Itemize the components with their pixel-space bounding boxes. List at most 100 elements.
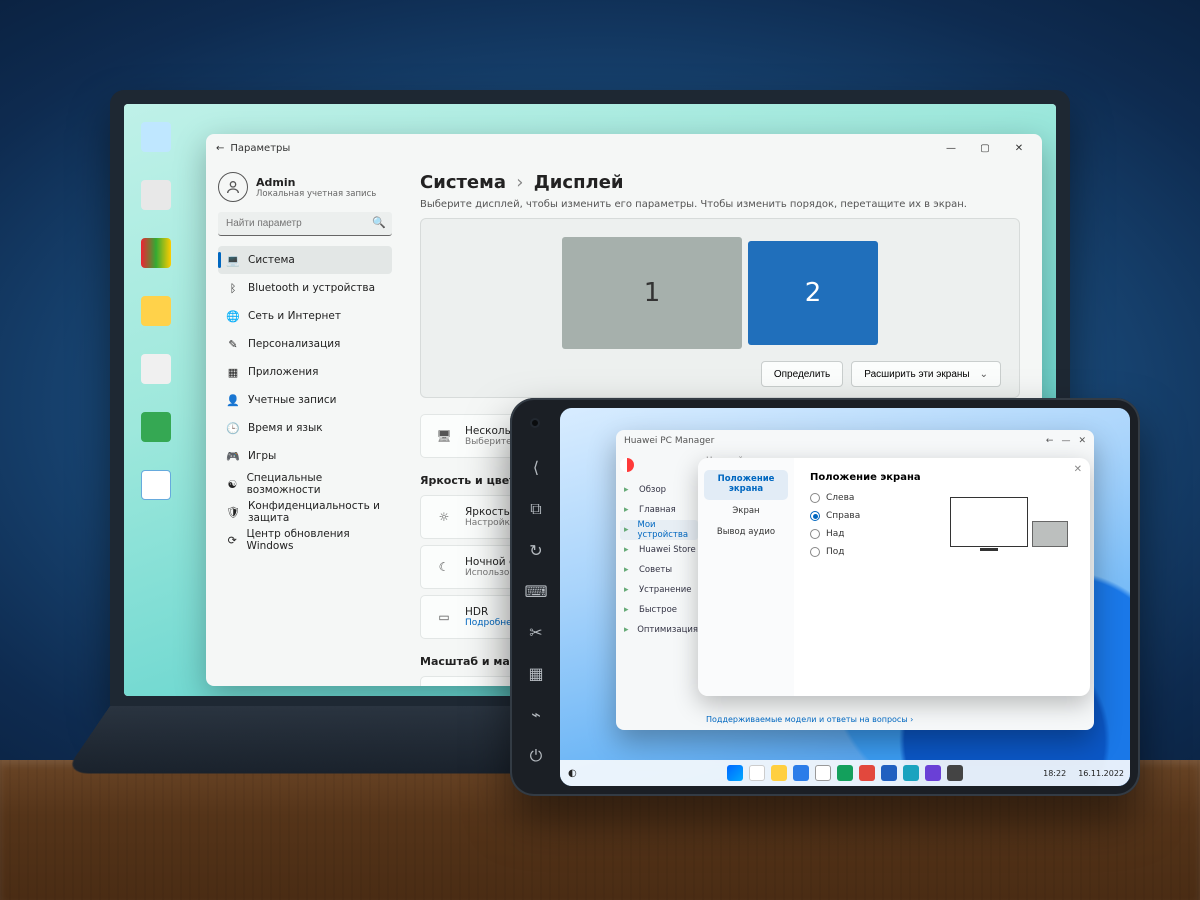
dialog-tab-1[interactable]: Экран [704, 502, 788, 522]
desktop-icon-app5[interactable] [130, 402, 182, 454]
position-option-0[interactable]: Слева [810, 493, 860, 503]
desktop-icon-app2[interactable] [130, 228, 182, 280]
option-label: Слева [826, 493, 854, 503]
pcm-brand [620, 458, 698, 472]
monitor-2[interactable]: 2 [748, 241, 878, 345]
extend-dropdown[interactable]: Расширить эти экраны [851, 361, 1001, 387]
sidebar-item-5[interactable]: 👤 Учетные записи [218, 386, 392, 414]
tray-time: 18:22 [1043, 769, 1066, 778]
sidebar-item-10[interactable]: ⟳ Центр обновления Windows [218, 526, 392, 554]
tablet-screen: Huawei PC Manager ← — ✕ ▸ Обзор▸ Главная… [560, 408, 1130, 786]
dock-scan-icon[interactable]: ⌁ [531, 705, 541, 724]
dock-split-icon[interactable]: ⧉ [530, 499, 541, 519]
pcm-nav-item-7[interactable]: ▸ Оптимизация [620, 620, 698, 640]
dialog-tabs: Положение экранаЭкранВывод аудио [698, 458, 794, 696]
window-maximize[interactable]: ▢ [968, 134, 1002, 162]
taskbar-app6-icon[interactable] [925, 765, 941, 781]
pcm-nav-label: Оптимизация [637, 625, 698, 635]
pcm-help-link[interactable]: Поддерживаемые модели и ответы на вопрос… [706, 715, 913, 724]
sidebar-item-icon: 💻 [226, 253, 240, 267]
pcm-nav-item-6[interactable]: ▸ Быстрое [620, 600, 698, 620]
dock-rotate-icon[interactable]: ↻ [529, 541, 542, 560]
pcm-nav-item-0[interactable]: ▸ Обзор [620, 480, 698, 500]
taskbar-app-icon[interactable] [815, 765, 831, 781]
pcm-nav-item-5[interactable]: ▸ Устранение [620, 580, 698, 600]
tray-date: 16.11.2022 [1078, 769, 1124, 778]
option-label: Под [826, 547, 845, 557]
pcm-nav-icon: ▸ [624, 525, 632, 535]
taskbar-app4-icon[interactable] [881, 765, 897, 781]
sidebar-item-icon: 🛡 [226, 505, 240, 519]
sidebar-item-3[interactable]: ✎ Персонализация [218, 330, 392, 358]
dock-screenshot-icon[interactable]: ✂ [529, 623, 542, 642]
sidebar-item-2[interactable]: 🌐 Сеть и Интернет [218, 302, 392, 330]
settings-search[interactable]: 🔍 [218, 212, 392, 236]
window-close[interactable]: ✕ [1002, 134, 1036, 162]
pcm-nav-item-2[interactable]: ▸ Мои устройства [620, 520, 698, 540]
tablet-side-dock: ⟨ ⧉ ↻ ⌨ ✂ ▦ ⌁ ⏻ [518, 452, 554, 778]
taskbar-app2-icon[interactable] [837, 765, 853, 781]
dock-exit-icon[interactable]: ⏻ [530, 746, 543, 766]
pcm-nav-item-1[interactable]: ▸ Главная [620, 500, 698, 520]
hdr-icon: ▭ [435, 610, 453, 624]
sidebar-item-6[interactable]: 🕒 Время и язык [218, 414, 392, 442]
desktop-icon-recycle[interactable] [130, 112, 182, 164]
position-option-1[interactable]: Справа [810, 511, 860, 521]
sidebar-item-icon: 👤 [226, 393, 240, 407]
settings-sidebar: Admin Локальная учетная запись 🔍 💻 Систе… [206, 162, 402, 686]
sidebar-item-icon: ✎ [226, 337, 240, 351]
taskbar-start-icon[interactable] [727, 765, 743, 781]
window-minimize[interactable]: — [934, 134, 968, 162]
dock-keyboard-icon[interactable]: ⌨ [524, 582, 547, 601]
multi-display-icon: 🖥 [435, 429, 453, 443]
pcm-nav-item-3[interactable]: ▸ Huawei Store [620, 540, 698, 560]
pcm-nav-label: Советы [639, 565, 672, 575]
pcm-nav-item-4[interactable]: ▸ Советы [620, 560, 698, 580]
pcm-title-label: Huawei PC Manager [624, 436, 714, 446]
taskbar-explorer-icon[interactable] [771, 765, 787, 781]
dock-back-icon[interactable]: ⟨ [533, 458, 539, 477]
option-label: Справа [826, 511, 860, 521]
pcm-nav-icon: ▸ [624, 485, 634, 495]
tablet-device: ⟨ ⧉ ↻ ⌨ ✂ ▦ ⌁ ⏻ Huawei PC Manager ← — ✕ [510, 398, 1140, 796]
desktop-icon-app6[interactable] [130, 460, 182, 512]
sidebar-item-4[interactable]: ▦ Приложения [218, 358, 392, 386]
breadcrumb-root[interactable]: Система [420, 172, 506, 193]
identify-button[interactable]: Определить [761, 361, 843, 387]
sidebar-item-icon: ⟳ [226, 533, 239, 547]
dialog-close-button[interactable]: ✕ [1074, 464, 1082, 475]
taskbar-start-corner[interactable]: ◐ [568, 768, 577, 779]
radio-icon [810, 493, 820, 503]
brightness-icon: ☼ [435, 510, 453, 524]
pcm-window-close[interactable]: ✕ [1078, 436, 1086, 446]
search-input[interactable] [218, 212, 392, 236]
desktop-icon-app1[interactable] [130, 170, 182, 222]
pcm-nav-icon: ▸ [624, 545, 634, 555]
pcm-window-min[interactable]: — [1061, 436, 1070, 446]
back-button[interactable]: ← [216, 143, 224, 154]
desktop-icon-app3[interactable] [130, 286, 182, 338]
position-option-2[interactable]: Над [810, 529, 860, 539]
account-block[interactable]: Admin Локальная учетная запись [218, 172, 392, 202]
sidebar-item-1[interactable]: ᛒ Bluetooth и устройства [218, 274, 392, 302]
taskbar-edge-icon[interactable] [793, 765, 809, 781]
dialog-tab-2[interactable]: Вывод аудио [704, 523, 788, 543]
position-option-3[interactable]: Под [810, 547, 860, 557]
sidebar-item-0[interactable]: 💻 Система [218, 246, 392, 274]
monitor-1[interactable]: 1 [562, 237, 742, 349]
taskbar-search-icon[interactable] [749, 765, 765, 781]
dock-apps-icon[interactable]: ▦ [528, 664, 543, 683]
desktop-icon-app4[interactable] [130, 344, 182, 396]
search-icon: 🔍 [372, 216, 386, 229]
taskbar-app5-icon[interactable] [903, 765, 919, 781]
taskbar-app3-icon[interactable] [859, 765, 875, 781]
sidebar-item-8[interactable]: ☯ Специальные возможности [218, 470, 392, 498]
sidebar-item-7[interactable]: 🎮 Игры [218, 442, 392, 470]
sidebar-item-label: Персонализация [248, 338, 340, 350]
sidebar-item-9[interactable]: 🛡 Конфиденциальность и защита [218, 498, 392, 526]
taskbar-app7-icon[interactable] [947, 765, 963, 781]
taskbar-tray[interactable]: 18:22 16.11.2022 [1043, 769, 1124, 778]
pcm-back-button[interactable]: ← [1046, 436, 1054, 446]
dialog-tab-0[interactable]: Положение экрана [704, 470, 788, 500]
desktop-icons-column [130, 112, 190, 518]
